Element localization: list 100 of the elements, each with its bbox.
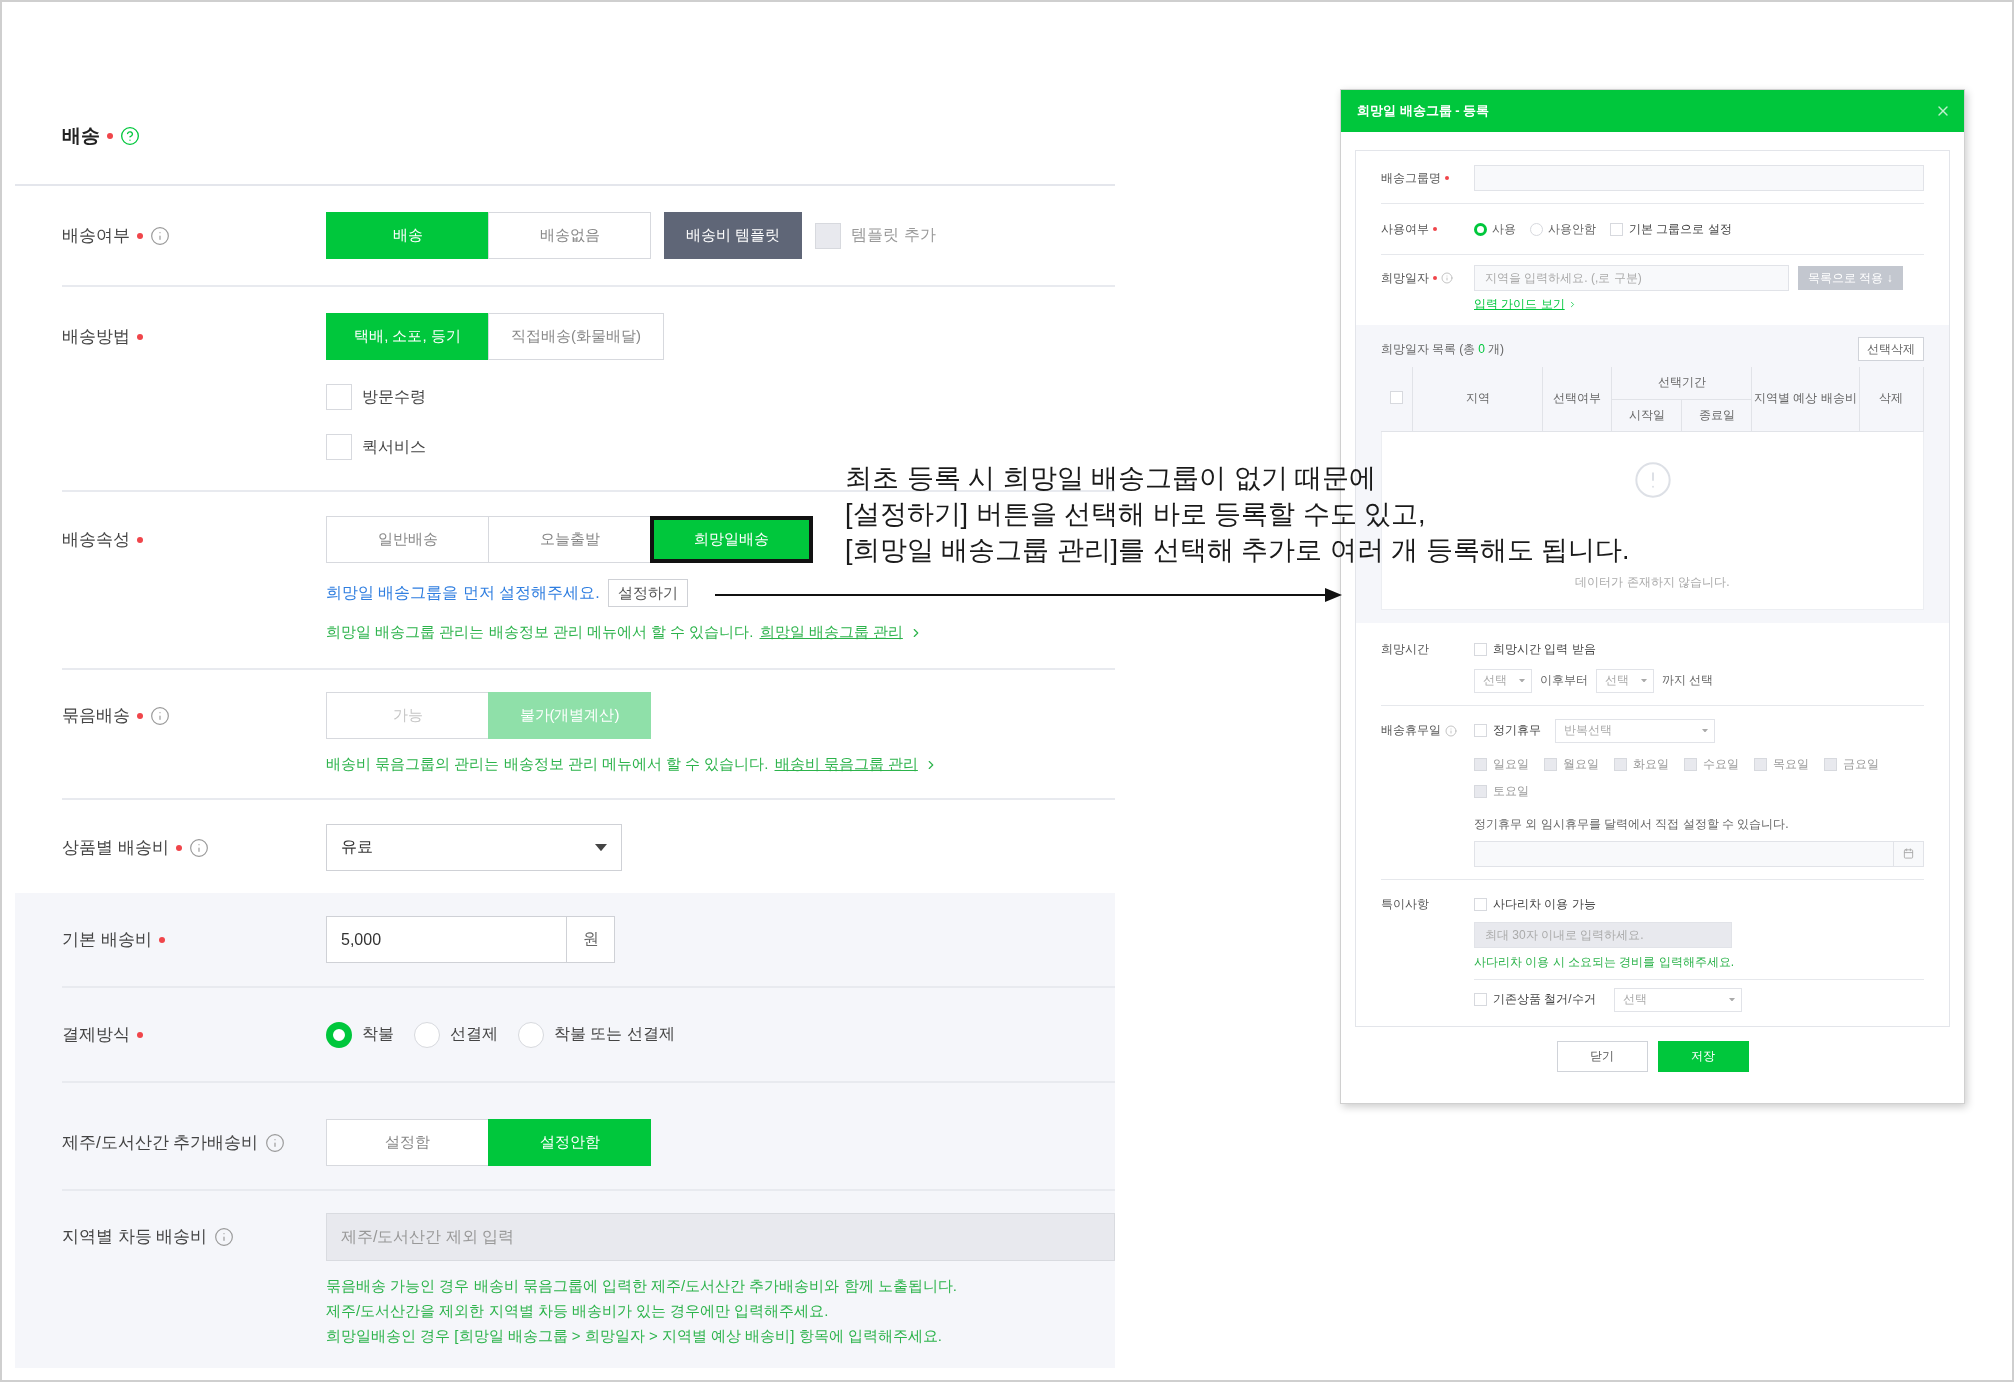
checkbox-label: 사다리차 이용 가능 xyxy=(1493,896,1596,913)
info-icon[interactable] xyxy=(150,225,170,246)
checkbox[interactable] xyxy=(1474,724,1487,737)
cost-input[interactable]: 최대 30자 이내로 입력하세요. xyxy=(1474,921,1732,948)
caret-icon xyxy=(1519,678,1525,683)
info-icon[interactable] xyxy=(1445,724,1457,737)
select-field[interactable]: 유료 xyxy=(326,824,622,871)
note-text: 희망일배송인 경우 [희망일 배송그룹 > 희망일자 > 지역별 예상 배송비] 항목에 입력해주세요. xyxy=(326,1327,942,1346)
radio-label: 착불 xyxy=(362,1024,394,1044)
info-icon[interactable] xyxy=(188,837,209,858)
close-button[interactable]: 닫기 xyxy=(1556,1040,1648,1072)
checkbox[interactable] xyxy=(1610,222,1623,236)
text-input[interactable]: 제주/도서산간 제외 입력 xyxy=(326,1213,1115,1261)
info-icon[interactable] xyxy=(265,1132,286,1153)
select-field[interactable]: 선택 xyxy=(1613,987,1742,1012)
empty-message: 데이터가 존재하지 않습니다. xyxy=(1574,573,1731,591)
save-button[interactable]: 저장 xyxy=(1657,1040,1749,1072)
field-label: 상품별 배송비 xyxy=(62,837,169,859)
radio-button[interactable] xyxy=(518,1021,544,1048)
select-field[interactable]: 선택 xyxy=(1596,668,1654,693)
checkbox[interactable] xyxy=(1474,993,1487,1006)
checkbox-label: 금요일 xyxy=(1843,755,1879,773)
note-text: 배송비 묶음그룹의 관리는 배송정보 관리 메뉴에서 할 수 있습니다. xyxy=(326,755,769,774)
checkbox-label: 화요일 xyxy=(1633,755,1669,773)
field-label: 지역별 차등 배송비 xyxy=(62,1226,208,1248)
checkbox-label: 기본 그룹으로 설정 xyxy=(1629,220,1732,238)
count-value: 0 xyxy=(1478,342,1486,356)
column-header: 지역별 예상 배송비 xyxy=(1751,367,1860,431)
delete-button[interactable]: 선택삭제 xyxy=(1858,337,1924,361)
column-header: 시작일 xyxy=(1611,399,1682,431)
checkbox[interactable] xyxy=(1474,643,1487,656)
checkbox-label: 방문수령 xyxy=(362,386,426,407)
help-icon[interactable] xyxy=(120,126,140,146)
segment-button[interactable]: 택배, 소포, 등기 xyxy=(326,313,489,360)
segment-button[interactable]: 희망일배송 xyxy=(650,516,813,563)
radio-button[interactable] xyxy=(1530,222,1543,236)
segment-button[interactable]: 배송 xyxy=(326,212,489,259)
checkbox-label: 목요일 xyxy=(1773,755,1809,773)
annotation-text: 최초 등록 시 희망일 배송그룹이 없기 때문에 xyxy=(845,462,1377,495)
column-header: 지역 xyxy=(1412,367,1543,431)
date-input[interactable]: 지역을 입력하세요. (,로 구분) xyxy=(1474,265,1789,291)
link[interactable]: 희망일 배송그룹 관리 xyxy=(759,623,903,642)
field-label: 제주/도서산간 추가배송비 xyxy=(62,1132,259,1154)
time-text: 까지 선택 xyxy=(1662,672,1714,689)
select-field[interactable]: 선택 xyxy=(1474,668,1532,693)
radio-label: 사용안함 xyxy=(1548,220,1596,238)
field-label: 배송휴무일 xyxy=(1381,722,1441,739)
alert-icon xyxy=(1632,459,1673,500)
group-name-input[interactable] xyxy=(1474,165,1924,191)
apply-button[interactable]: 목록으로 적용 ↓ xyxy=(1798,266,1903,290)
select-field[interactable]: 반복선택 xyxy=(1555,718,1715,743)
list-title: 희망일자 목록 xyxy=(1381,340,1457,358)
info-icon[interactable] xyxy=(214,1226,235,1247)
checkbox[interactable] xyxy=(1390,390,1404,404)
radio-button[interactable] xyxy=(326,1021,352,1048)
checkbox-label: 정기휴무 xyxy=(1493,722,1541,739)
section-title: 배송 xyxy=(62,124,100,148)
date-field[interactable] xyxy=(1474,840,1924,867)
guide-link[interactable]: 입력 가이드 보기 xyxy=(1474,296,1565,313)
unit-label: 원 xyxy=(567,916,615,963)
template-button[interactable]: 배송비 템플릿 xyxy=(664,212,803,259)
field-label: 배송그룹명 xyxy=(1381,169,1441,187)
calendar-icon[interactable] xyxy=(1903,848,1914,859)
hint-text: 정기휴무 외 임시휴무를 달력에서 직접 설정할 수 있습니다. xyxy=(1474,815,1789,833)
field-label: 희망시간 xyxy=(1381,641,1429,658)
column-header: 선택여부 xyxy=(1542,367,1612,431)
info-icon[interactable] xyxy=(1441,272,1453,284)
setup-button[interactable]: 설정하기 xyxy=(607,579,688,607)
caret-icon xyxy=(595,843,607,852)
field-label: 배송방법 xyxy=(62,326,130,348)
caret-icon xyxy=(1641,678,1647,683)
checkbox[interactable] xyxy=(326,384,352,410)
checkbox-label: 일요일 xyxy=(1493,755,1529,773)
radio-button[interactable] xyxy=(1474,222,1487,236)
field-label: 사용여부 xyxy=(1381,220,1429,238)
caret-icon xyxy=(1702,728,1708,733)
segment-button[interactable]: 설정함 xyxy=(326,1119,489,1166)
segment-button[interactable]: 배송없음 xyxy=(488,212,651,259)
field-label: 배송속성 xyxy=(62,529,130,551)
count-text: (총 xyxy=(1459,340,1476,358)
time-text: 이후부터 xyxy=(1540,672,1588,689)
field-label: 희망일자 xyxy=(1381,269,1429,287)
annotation-text: [희망일 배송그룹 관리]를 선택해 추가로 여러 개 등록해도 됩니다. xyxy=(845,534,1630,567)
checkbox-label: 템플릿 추가 xyxy=(851,225,936,245)
segment-button[interactable]: 일반배송 xyxy=(326,516,489,563)
segment-button[interactable]: 직접배송(화물배달) xyxy=(488,313,664,360)
checkbox-label: 월요일 xyxy=(1563,755,1599,773)
note-text: 사다리차 이용 시 소요되는 경비를 입력해주세요. xyxy=(1474,953,1734,971)
column-header: 삭제 xyxy=(1859,367,1924,431)
checkbox-label: 퀵서비스 xyxy=(362,436,426,457)
amount-input[interactable]: 5,000 xyxy=(326,916,567,963)
notice-text: 희망일 배송그룹을 먼저 설정해주세요. xyxy=(326,582,600,603)
checkbox[interactable] xyxy=(326,434,352,460)
checkbox[interactable] xyxy=(1474,898,1487,911)
column-header: 종료일 xyxy=(1681,399,1752,431)
note-text: 묶음배송 가능인 경우 배송비 묶음그룹에 입력한 제주/도서산간 추가배송비와 함께 노출됩니다. xyxy=(326,1277,957,1296)
radio-button[interactable] xyxy=(414,1021,440,1048)
segment-button[interactable]: 설정안함 xyxy=(488,1119,651,1166)
column-header: 선택기간 xyxy=(1611,367,1752,399)
segment-button[interactable]: 오늘출발 xyxy=(488,516,651,563)
